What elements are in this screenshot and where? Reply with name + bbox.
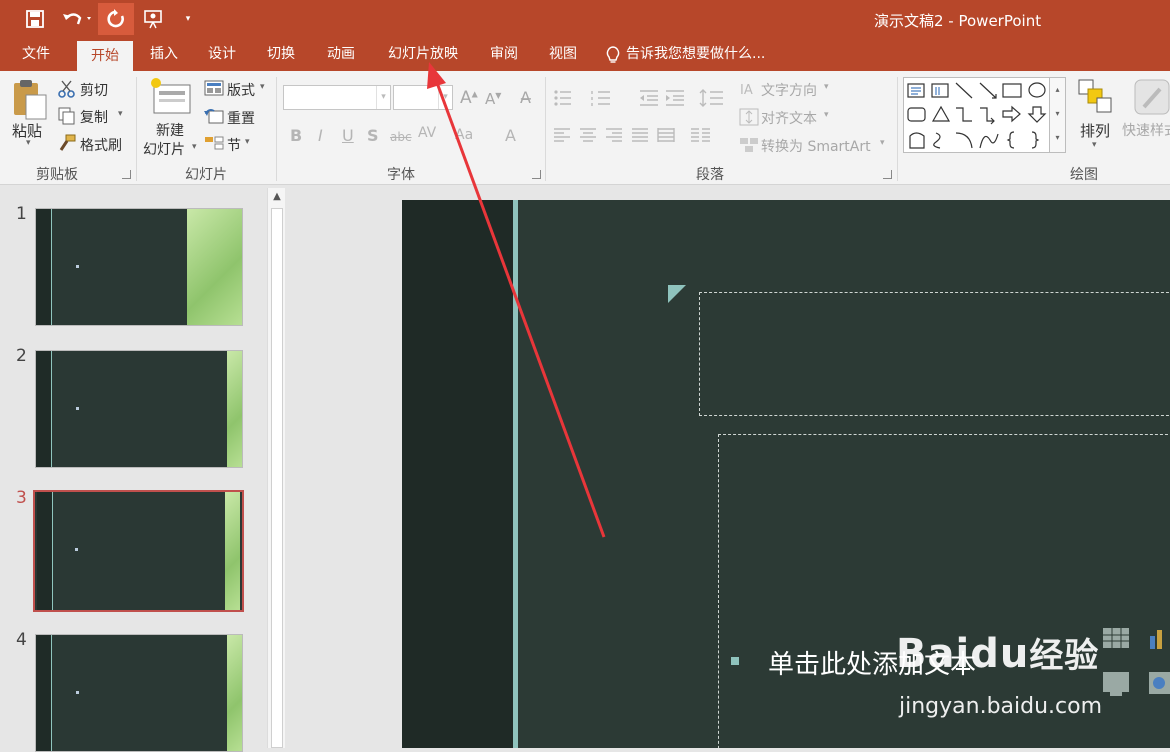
watermark-brand: Baidu	[896, 631, 1030, 677]
watermark-logo: Baidu经验	[896, 628, 1099, 677]
watermark-cn: 经验	[1029, 636, 1100, 676]
watermark-url: jingyan.baidu.com	[899, 694, 1103, 719]
